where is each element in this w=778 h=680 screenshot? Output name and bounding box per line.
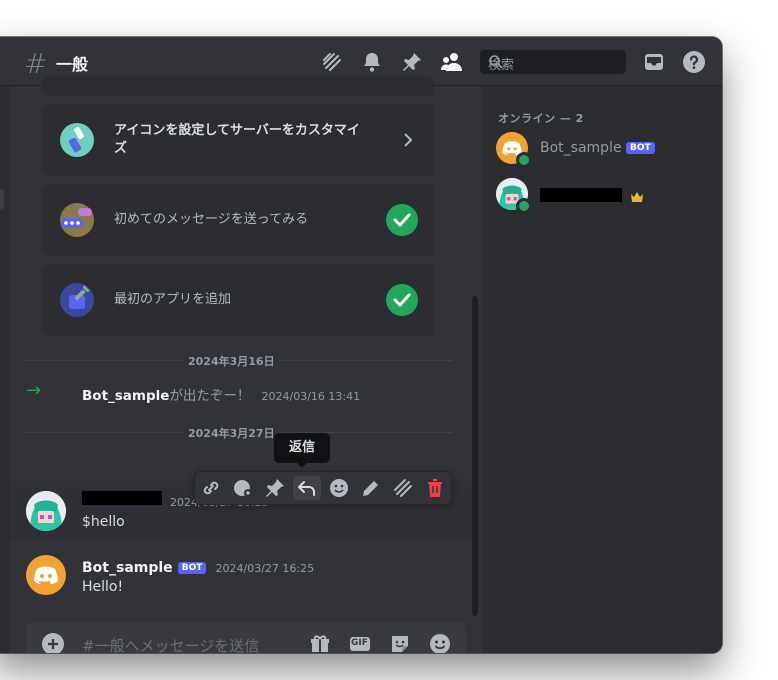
sticker-icon[interactable]: [388, 632, 412, 653]
edit-pencil-icon[interactable]: [359, 476, 383, 500]
bot-badge: BOT: [626, 142, 655, 154]
reply-icon[interactable]: [293, 476, 321, 500]
bot-message-header: Bot_sample BOT 2024/03/27 16:25: [82, 557, 314, 576]
message-text: Hello!: [82, 579, 124, 595]
online-status-icon: [516, 152, 532, 168]
create-thread-icon[interactable]: [391, 476, 415, 500]
bot-username[interactable]: Bot_sample: [82, 560, 173, 576]
chat-scrollbar[interactable]: [472, 296, 478, 616]
wrench-app-icon: [58, 281, 96, 319]
channel-hash-icon: #: [24, 47, 48, 80]
sidebar-scroll-nub[interactable]: [0, 189, 4, 209]
date-divider-label: 2024年3月16日: [184, 353, 279, 369]
add-reaction-icon[interactable]: [327, 476, 351, 500]
date-divider-label: 2024年3月27日: [184, 425, 279, 441]
gift-icon[interactable]: [308, 632, 332, 653]
checkmark-icon: [386, 204, 418, 236]
setup-card-text: 初めてのメッセージを送ってみる: [114, 212, 309, 227]
delete-trash-icon[interactable]: [423, 476, 447, 500]
threads-icon[interactable]: [320, 50, 344, 74]
member-item-owner[interactable]: [496, 178, 716, 214]
message-text: $hello: [82, 514, 125, 530]
message-timestamp: 2024/03/27 16:25: [215, 562, 315, 575]
gif-label: GIF: [351, 638, 368, 648]
setup-card-partial: [42, 76, 434, 96]
bot-avatar[interactable]: [26, 555, 66, 595]
join-timestamp: 2024/03/16 13:41: [261, 390, 361, 403]
redacted-member-name: [540, 188, 622, 202]
chat-bubble-icon: [58, 201, 96, 239]
notification-bell-icon[interactable]: [360, 50, 384, 74]
pin-icon[interactable]: [263, 476, 287, 500]
user-avatar[interactable]: [26, 491, 66, 531]
add-reaction-super-icon[interactable]: [231, 476, 255, 500]
message-action-toolbar: [194, 471, 452, 505]
member-name: Bot_sample BOT: [540, 140, 655, 156]
discord-window: # 一般 検索 アイコンを設定してサーバーをカスタマイ ズ 初めてのメッセージを…: [0, 37, 722, 653]
setup-card-text: 最初のアプリを追加: [114, 292, 232, 307]
setup-card-text: アイコンを設定してサーバーをカスタマイ ズ: [114, 122, 360, 158]
message-input-placeholder[interactable]: #一般へメッセージを送信: [82, 635, 259, 653]
setup-card-text-line2: ズ: [114, 141, 128, 156]
brush-icon: [58, 121, 96, 159]
channel-name: 一般: [56, 55, 89, 74]
setup-card-icon[interactable]: アイコンを設定してサーバーをカスタマイ ズ: [42, 104, 434, 176]
checkmark-icon: [386, 284, 418, 316]
channel-sidebar-edge: [0, 85, 10, 653]
redacted-username: [82, 491, 162, 505]
inbox-icon[interactable]: [642, 50, 666, 74]
server-owner-crown-icon: [630, 188, 644, 202]
help-icon[interactable]: [682, 50, 706, 74]
upload-plus-icon[interactable]: [42, 633, 64, 653]
join-username[interactable]: Bot_sample: [82, 388, 169, 404]
join-message: Bot_sampleが出たぞー！ 2024/03/16 13:41: [82, 384, 360, 404]
pinned-messages-icon[interactable]: [400, 50, 424, 74]
online-section-label: オンライン — 2: [498, 112, 584, 125]
emoji-icon[interactable]: [428, 632, 452, 653]
setup-card-first-message[interactable]: 初めてのメッセージを送ってみる: [42, 184, 434, 256]
bot-badge: BOT: [177, 561, 207, 574]
reply-tooltip: 返信: [274, 433, 330, 468]
chat-area: アイコンを設定してサーバーをカスタマイ ズ 初めてのメッセージを送ってみる 最初…: [10, 76, 482, 653]
search-input[interactable]: 検索: [480, 50, 626, 74]
join-arrow-icon: →: [26, 380, 42, 401]
message-composer[interactable]: #一般へメッセージを送信 GIF: [26, 622, 466, 653]
member-list-icon[interactable]: [440, 50, 464, 74]
member-list: オンライン — 2 Bot_sample BOT: [482, 86, 722, 653]
setup-card-text-line1: アイコンを設定してサーバーをカスタマイ: [114, 123, 360, 138]
gif-icon[interactable]: GIF: [348, 632, 372, 653]
chevron-right-icon: [400, 128, 416, 152]
member-item-bot[interactable]: Bot_sample BOT: [496, 132, 716, 168]
setup-card-add-app[interactable]: 最初のアプリを追加: [42, 264, 434, 336]
join-text: が出たぞー！: [169, 388, 251, 404]
copy-link-icon[interactable]: [199, 476, 223, 500]
online-status-icon: [516, 198, 532, 214]
search-icon: [488, 54, 504, 70]
member-name-text: Bot_sample: [540, 140, 622, 156]
